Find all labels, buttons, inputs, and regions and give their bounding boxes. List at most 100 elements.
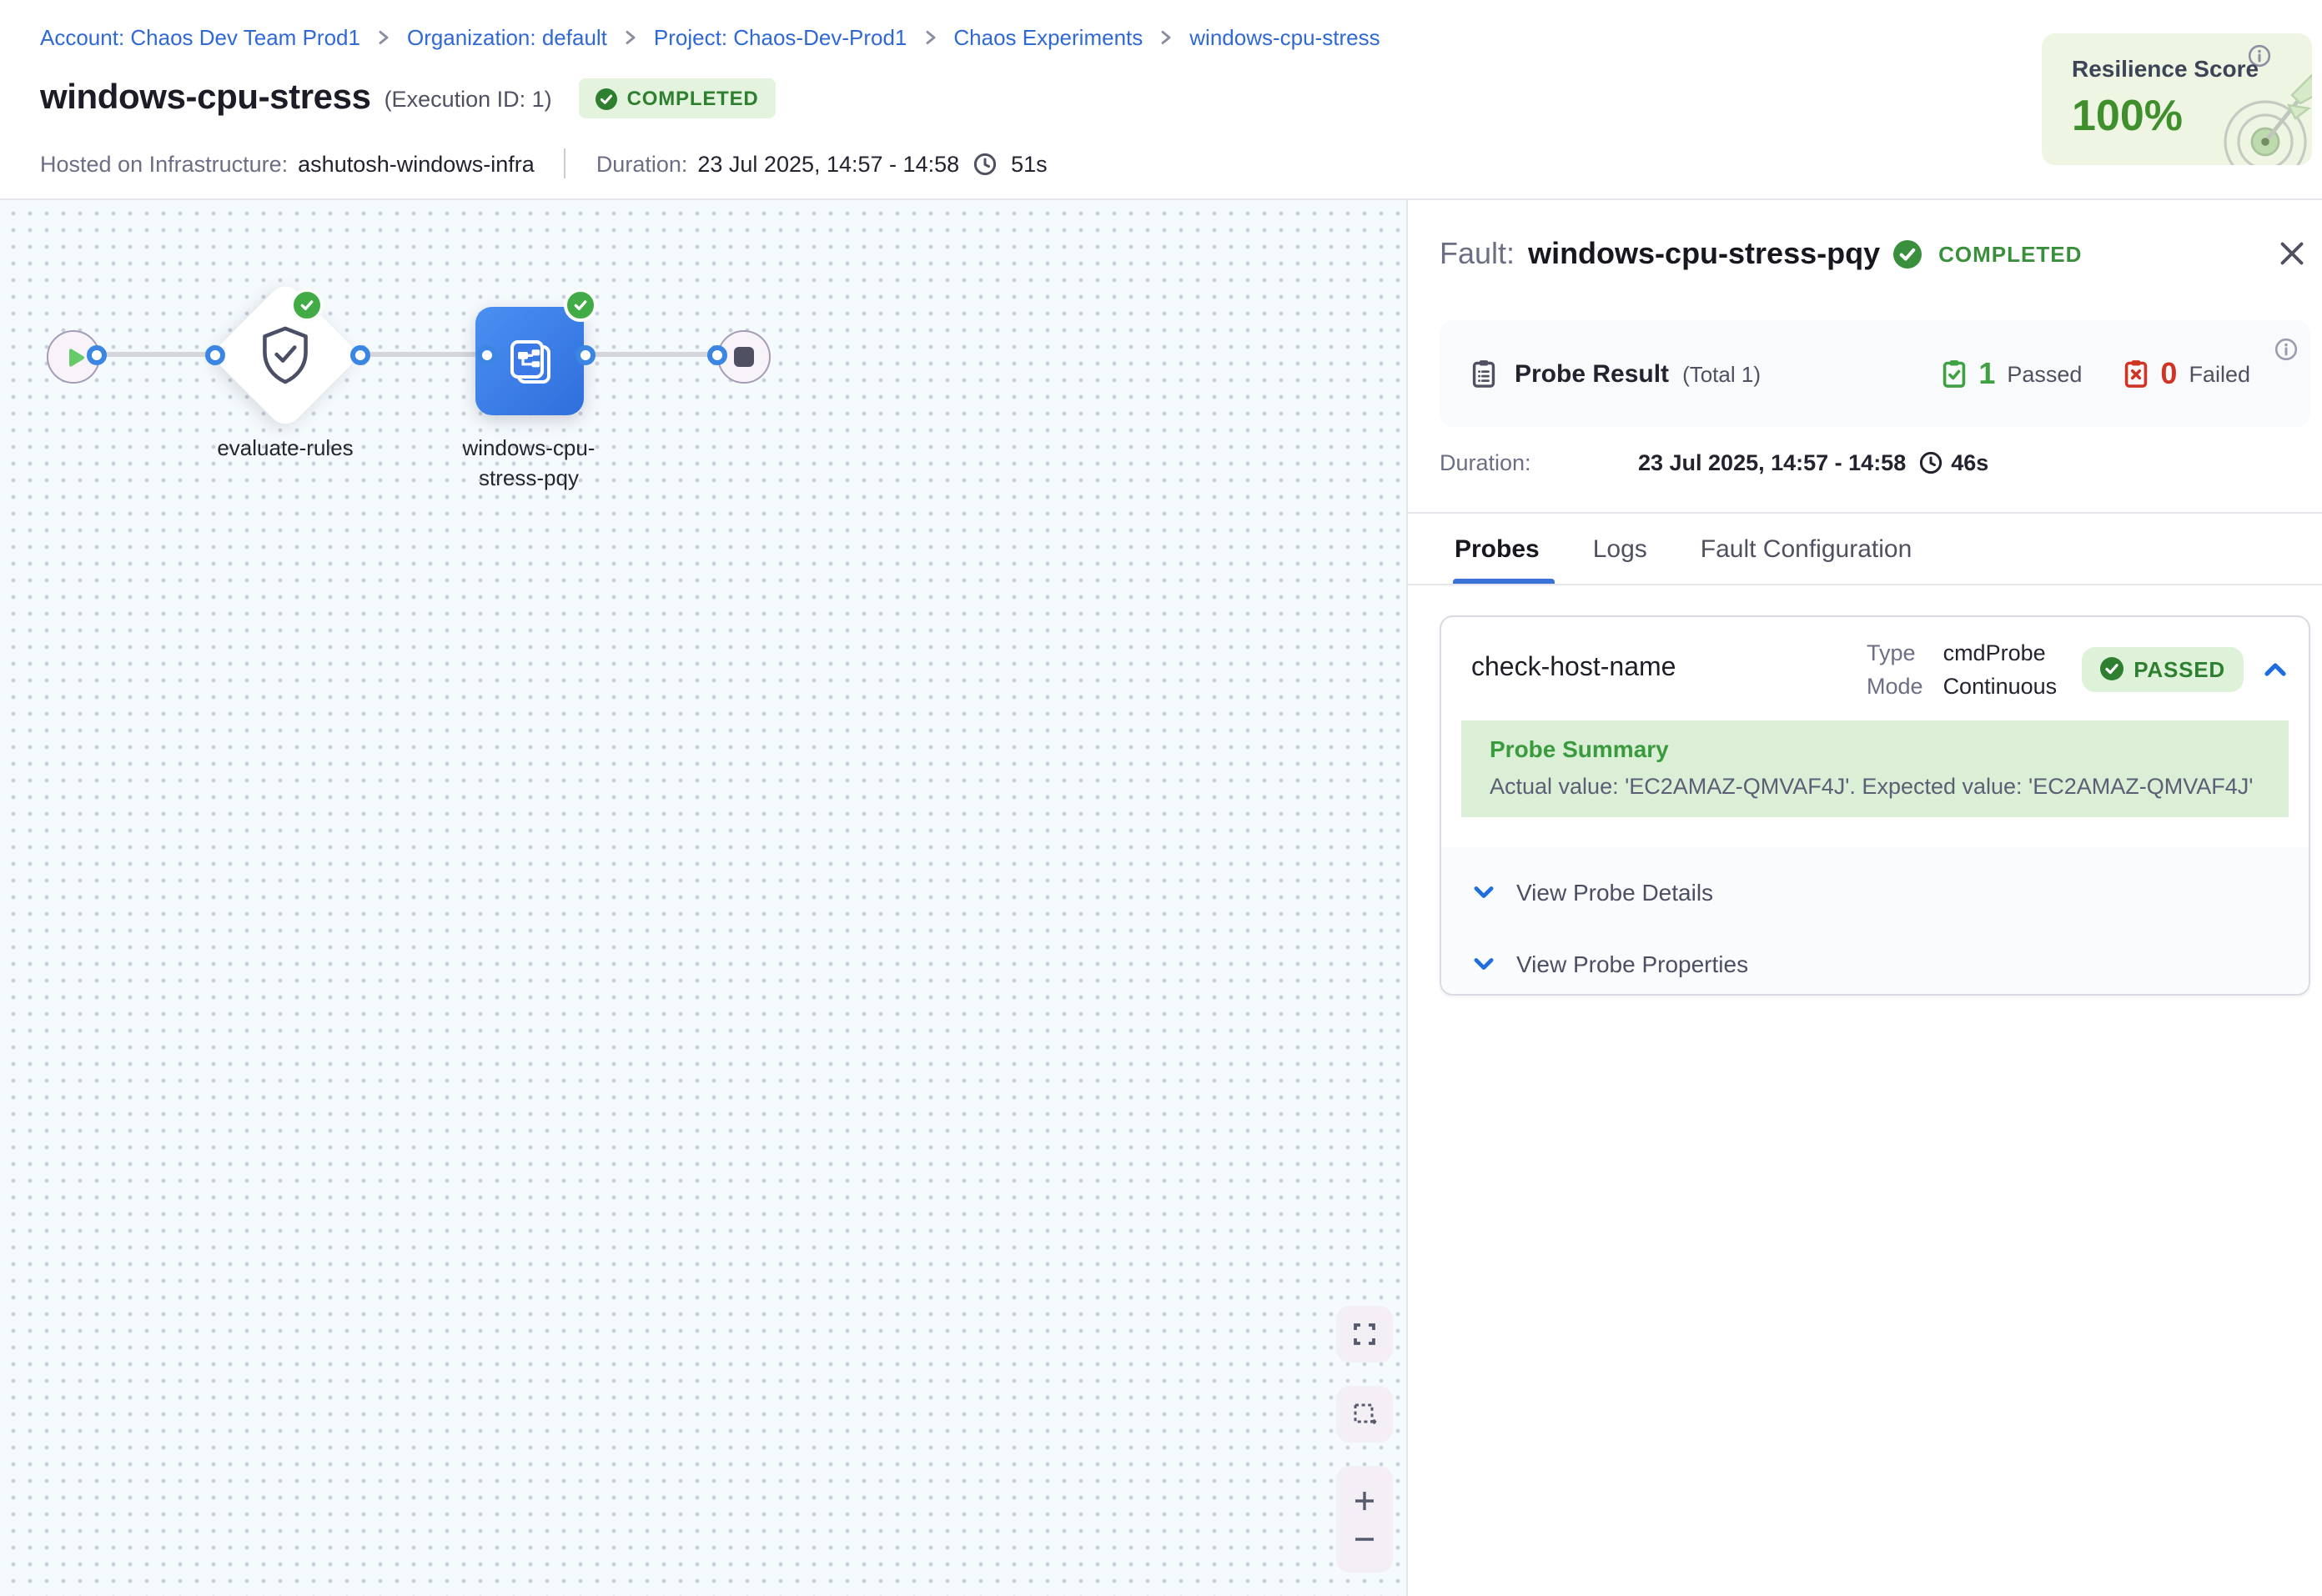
tab-probes[interactable]: Probes	[1455, 514, 1540, 584]
marquee-selection-icon	[1351, 1401, 1378, 1428]
breadcrumb-chaos-experiments-link[interactable]: Chaos Experiments	[953, 25, 1143, 50]
clipboard-check-icon	[1940, 359, 1968, 389]
panel-tabs: Probes Logs Fault Configuration	[1408, 512, 2322, 585]
breadcrumb: Account: Chaos Dev Team Prod1 Organizati…	[40, 25, 1380, 50]
view-probe-properties-row[interactable]: View Probe Properties	[1441, 927, 2309, 996]
node-port	[476, 344, 496, 364]
node-port	[575, 344, 595, 364]
experiment-icon	[501, 333, 558, 389]
node-port	[204, 344, 224, 364]
check-circle-icon	[596, 88, 617, 109]
clipboard-x-icon	[2122, 359, 2150, 389]
chevron-right-icon	[923, 30, 937, 45]
probe-summary-box: Probe Summary Actual value: 'EC2AMAZ-QMV…	[1461, 720, 2289, 817]
probe-mode-label: Mode	[1867, 673, 1923, 698]
probe-type-mode: Type cmdProbe Mode Continuous	[1867, 640, 2057, 698]
fault-name: windows-cpu-stress-pqy	[1528, 236, 1880, 271]
failed-label: Failed	[2189, 361, 2250, 386]
divider	[565, 148, 566, 178]
chevron-right-icon	[377, 30, 390, 45]
breadcrumb-current-link[interactable]: windows-cpu-stress	[1189, 25, 1380, 50]
success-check-badge	[290, 289, 324, 322]
breadcrumb-account-link[interactable]: Account: Chaos Dev Team Prod1	[40, 25, 360, 50]
probe-type-value: cmdProbe	[1943, 640, 2058, 665]
close-icon	[2279, 240, 2305, 267]
breadcrumb-organization-link[interactable]: Organization: default	[407, 25, 607, 50]
app: Account: Chaos Dev Team Prod1 Organizati…	[0, 0, 2322, 1596]
close-panel-button[interactable]	[2274, 235, 2310, 272]
experiment-status-badge: COMPLETED	[579, 78, 776, 118]
probe-summary-text: Actual value: 'EC2AMAZ-QMVAF4J'. Expecte…	[1490, 774, 2260, 799]
resilience-score-card: Resilience Score 100%	[2042, 33, 2312, 165]
fault-duration-label: Duration:	[1440, 450, 1638, 475]
fault-duration-elapsed: 46s	[1951, 450, 1988, 475]
duration-label: Duration:	[596, 151, 688, 176]
passed-label: Passed	[2007, 361, 2082, 386]
fault-duration-row: Duration: 23 Jul 2025, 14:57 - 14:58 46s	[1440, 450, 1988, 475]
edge-connector	[584, 352, 719, 357]
execution-id: (Execution ID: 1)	[384, 86, 552, 111]
infrastructure-name: ashutosh-windows-infra	[298, 151, 535, 176]
info-icon[interactable]	[2274, 337, 2299, 370]
fault-duration-value: 23 Jul 2025, 14:57 - 14:58	[1638, 450, 1906, 475]
success-check-badge	[564, 289, 597, 322]
chevron-right-icon	[1159, 30, 1173, 45]
chevron-right-icon	[624, 30, 637, 45]
check-circle-icon	[2100, 657, 2123, 680]
edge-connector	[360, 352, 490, 357]
zoom-in-button[interactable]	[1336, 1481, 1393, 1519]
node-port	[706, 344, 726, 364]
view-probe-details-row[interactable]: View Probe Details	[1441, 856, 2309, 927]
node-port	[86, 344, 106, 364]
page-header: Account: Chaos Dev Team Prod1 Organizati…	[0, 0, 2322, 200]
collapse-probe-button[interactable]	[2264, 660, 2287, 678]
fullscreen-icon	[1351, 1321, 1378, 1348]
view-probe-details-label: View Probe Details	[1516, 878, 1713, 905]
passed-group: 1 Passed	[1940, 356, 2082, 391]
zoom-out-button[interactable]	[1336, 1519, 1393, 1558]
marquee-select-button[interactable]	[1336, 1386, 1393, 1443]
title-row: windows-cpu-stress (Execution ID: 1) COM…	[40, 78, 776, 118]
probe-result-card: Probe Result (Total 1) 1 Passed 0 Failed	[1440, 320, 2310, 427]
clock-icon	[1917, 450, 1943, 475]
chevron-down-icon	[1473, 883, 1495, 900]
probe-status-label: PASSED	[2134, 656, 2225, 681]
failed-group: 0 Failed	[2122, 356, 2250, 391]
resilience-score-label: Resilience Score	[2072, 55, 2259, 82]
probe-name: check-host-name	[1471, 654, 1676, 684]
probe-summary-title: Probe Summary	[1490, 735, 2260, 762]
fault-details-panel: Fault: windows-cpu-stress-pqy COMPLETED …	[1406, 200, 2322, 1596]
play-icon	[64, 346, 86, 368]
probe-card: check-host-name Type cmdProbe Mode Conti…	[1440, 615, 2310, 996]
tab-logs[interactable]: Logs	[1593, 514, 1647, 584]
fit-to-screen-button[interactable]	[1336, 1306, 1393, 1363]
probe-card-header[interactable]: check-host-name Type cmdProbe Mode Conti…	[1441, 617, 2309, 720]
fault-header: Fault: windows-cpu-stress-pqy COMPLETED	[1440, 233, 2082, 274]
pipeline-canvas[interactable]: evaluate-rules windows-cpu-stress-pqy	[0, 200, 1406, 1596]
node-label-evaluate-rules: evaluate-rules	[168, 434, 402, 464]
probe-mode-value: Continuous	[1943, 673, 2058, 698]
probe-type-label: Type	[1867, 640, 1923, 665]
clipboard-icon	[1470, 359, 1498, 389]
breadcrumb-project-link[interactable]: Project: Chaos-Dev-Prod1	[654, 25, 907, 50]
chevron-down-icon	[1473, 955, 1495, 971]
fault-status-label: COMPLETED	[1938, 241, 2082, 266]
fault-label: Fault:	[1440, 236, 1515, 271]
probe-status-badge: PASSED	[2082, 646, 2244, 691]
tab-fault-configuration[interactable]: Fault Configuration	[1701, 514, 1912, 584]
zoom-controls	[1336, 1466, 1393, 1573]
node-port	[349, 344, 369, 364]
probe-card-footer: View Probe Details View Probe Properties	[1441, 847, 2309, 994]
duration-elapsed: 51s	[1011, 151, 1048, 176]
probe-result-total: (Total 1)	[1682, 361, 1761, 386]
hosted-on-label: Hosted on Infrastructure:	[40, 151, 288, 176]
experiment-status-label: COMPLETED	[627, 87, 759, 110]
probe-result-title: Probe Result	[1515, 359, 1669, 388]
chevron-up-icon	[2264, 660, 2287, 678]
passed-count: 1	[1978, 356, 1995, 391]
page-title: windows-cpu-stress	[40, 78, 371, 118]
failed-count: 0	[2160, 356, 2177, 391]
duration-value: 23 Jul 2025, 14:57 - 14:58	[697, 151, 959, 176]
stop-icon	[734, 347, 754, 367]
check-circle-icon	[1893, 239, 1922, 268]
